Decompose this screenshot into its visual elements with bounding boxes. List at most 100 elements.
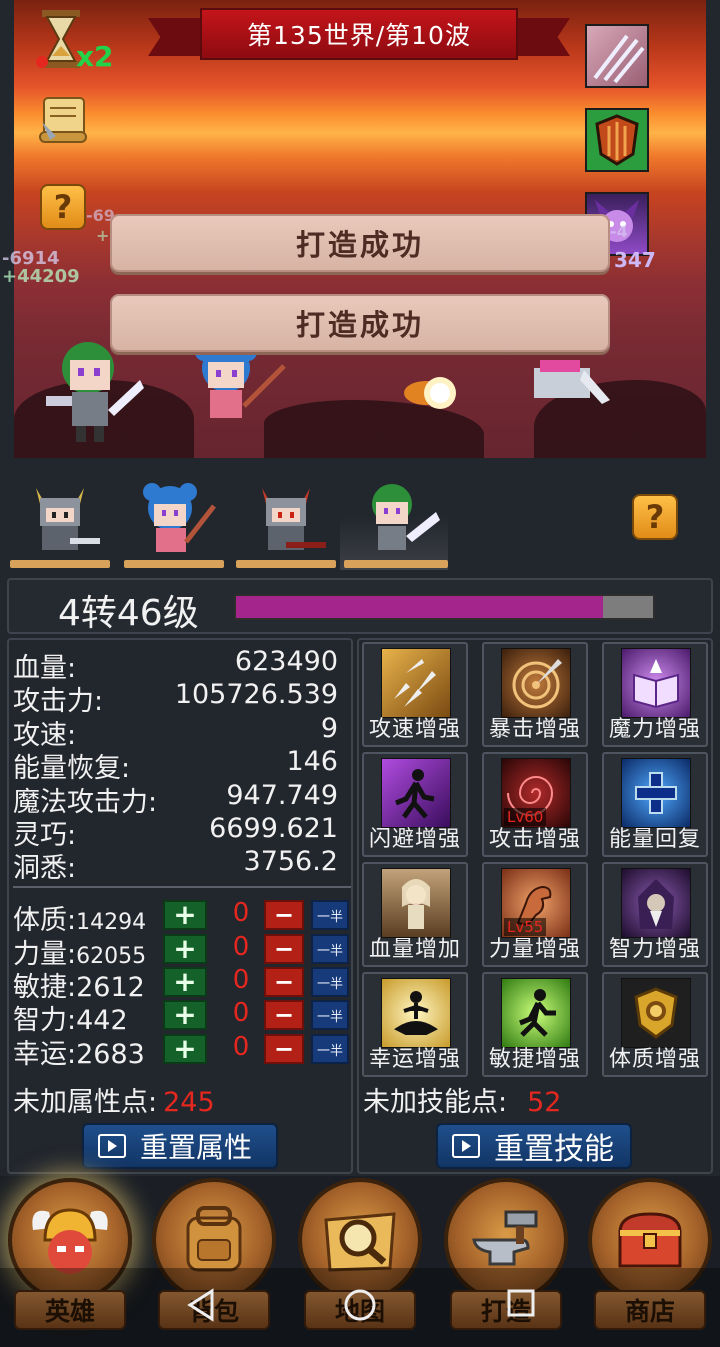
attr-minus-button[interactable]: −	[264, 934, 304, 964]
scroll-icon[interactable]	[36, 92, 90, 150]
skill-magic[interactable]: 魔力增强	[602, 642, 708, 747]
wave-banner: 第135世界/第10波	[200, 8, 518, 60]
speed-multiplier[interactable]: x2	[76, 40, 114, 73]
skill-name: 攻速增强	[368, 717, 461, 742]
skill-name: 攻击增强	[488, 827, 581, 852]
attr-plus-button[interactable]: +	[163, 1034, 207, 1064]
hero-slot-base	[124, 560, 224, 568]
attr-minus-button[interactable]: −	[264, 967, 304, 997]
stat-value: 3756.2	[243, 846, 338, 877]
craft-success-toast: 打造成功	[110, 214, 610, 272]
attr-pending-value: 0	[232, 898, 250, 928]
notification-dot	[36, 56, 48, 68]
triple-sword-skill-icon[interactable]	[585, 24, 649, 88]
attr-half-button[interactable]: 一半	[311, 934, 349, 964]
heal-number: +44209	[2, 266, 80, 287]
stat-row-attack: 攻击力: 105726.539	[13, 679, 338, 717]
attr-value: 2683	[76, 1039, 145, 1070]
attr-pending-value: 0	[232, 965, 250, 995]
skill-attack[interactable]: Lv60 攻击增强	[482, 752, 588, 857]
attr-label: 幸运:2683	[13, 1039, 145, 1070]
stat-label: 洞悉:	[13, 853, 77, 884]
attr-pending-value: 0	[232, 1032, 250, 1062]
attr-pending-value: 0	[232, 932, 250, 962]
stat-row-attack-speed: 攻速: 9	[13, 713, 338, 751]
scene-help-icon[interactable]: ?	[40, 184, 86, 230]
skill-name: 魔力增强	[608, 717, 701, 742]
skill-name: 血量增加	[368, 937, 461, 962]
spellbook-icon	[621, 648, 691, 718]
attr-row-agility: 敏捷:2612 + 0 − 一半	[13, 965, 351, 1003]
home-nav-icon[interactable]	[343, 1288, 377, 1330]
stat-value: 9	[320, 713, 338, 744]
skill-luck[interactable]: 幸运增强	[362, 972, 468, 1077]
attr-pending-value: 0	[232, 998, 250, 1028]
damage-number: 347	[614, 248, 656, 272]
skill-crit[interactable]: 暴击增强	[482, 642, 588, 747]
shield-skill-icon[interactable]	[585, 108, 649, 172]
hero-slot-red-horned-knight[interactable]	[236, 480, 336, 570]
damage-number: -4	[610, 222, 628, 241]
attr-plus-button[interactable]: +	[163, 967, 207, 997]
attr-minus-button[interactable]: −	[264, 900, 304, 930]
game-screen: x2 ? 第135世界/第10波 -6914 +44209 -69 +4 -4 …	[0, 0, 720, 1347]
stat-value: 105726.539	[174, 679, 338, 710]
skill-name: 智力增强	[608, 937, 701, 962]
stat-row-dexterity: 灵巧: 6699.621	[13, 813, 338, 851]
skill-agility[interactable]: 敏捷增强	[482, 972, 588, 1077]
hero-slot-horned-knight[interactable]	[10, 480, 110, 570]
attr-minus-button[interactable]: −	[264, 1034, 304, 1064]
xp-bar	[234, 594, 655, 620]
attr-half-button[interactable]: 一半	[311, 900, 349, 930]
attr-plus-button[interactable]: +	[163, 934, 207, 964]
skill-strength[interactable]: Lv55 力量增强	[482, 862, 588, 967]
stat-value: 947.749	[226, 780, 338, 811]
reset-attributes-button[interactable]: 重置属性	[82, 1123, 278, 1169]
attr-row-constitution: 体质:14294 + 0 − 一半	[13, 898, 351, 936]
stats-divider	[13, 886, 351, 888]
lion-shield-icon	[621, 978, 691, 1048]
meditation-icon	[381, 978, 451, 1048]
skill-dodge[interactable]: 闪避增强	[362, 752, 468, 857]
craft-success-toast: 打造成功	[110, 294, 610, 352]
hero-slot-blue-hair[interactable]	[124, 480, 224, 570]
skill-hp[interactable]: 血量增加	[362, 862, 468, 967]
attr-half-button[interactable]: 一半	[311, 1000, 349, 1030]
stat-row-energy-regen: 能量恢复: 146	[13, 746, 338, 784]
skill-name: 体质增强	[608, 1047, 701, 1072]
hero-slot-base	[10, 560, 110, 568]
back-nav-icon[interactable]	[186, 1288, 216, 1330]
xp-bar-fill	[236, 596, 603, 618]
skill-name: 幸运增强	[368, 1047, 461, 1072]
angel-icon	[381, 868, 451, 938]
stat-value: 623490	[234, 646, 338, 677]
hero-slot-green-hair-selected[interactable]	[340, 480, 448, 570]
attr-row-intelligence: 智力:442 + 0 − 一半	[13, 998, 351, 1036]
video-ad-icon	[98, 1134, 126, 1158]
sprinter-icon	[501, 978, 571, 1048]
unused-skill-points: 未加技能点: 52	[363, 1087, 562, 1118]
attr-half-button[interactable]: 一半	[311, 1034, 349, 1064]
recents-nav-icon[interactable]	[506, 1288, 536, 1326]
skill-name: 能量回复	[608, 827, 701, 852]
roster-help-icon[interactable]: ?	[632, 494, 678, 540]
attr-plus-button[interactable]: +	[163, 1000, 207, 1030]
skill-energy[interactable]: 能量回复	[602, 752, 708, 857]
unused-attr-points: 未加属性点: 245	[13, 1087, 215, 1118]
skill-attack-speed[interactable]: 攻速增强	[362, 642, 468, 747]
hero-slot-base	[344, 560, 448, 568]
skill-name: 力量增强	[488, 937, 581, 962]
hero-slot-base	[236, 560, 336, 568]
attr-half-button[interactable]: 一半	[311, 967, 349, 997]
attr-minus-button[interactable]: −	[264, 1000, 304, 1030]
reset-skills-button[interactable]: 重置技能	[436, 1123, 632, 1169]
video-ad-icon	[452, 1134, 480, 1158]
skill-constitution[interactable]: 体质增强	[602, 972, 708, 1077]
attr-plus-button[interactable]: +	[163, 900, 207, 930]
stat-value: 6699.621	[209, 813, 338, 844]
stat-row-hp: 血量: 623490	[13, 646, 338, 684]
hooded-mage-icon	[621, 868, 691, 938]
running-figure-icon	[381, 758, 451, 828]
daggers-icon	[381, 648, 451, 718]
skill-intelligence[interactable]: 智力增强	[602, 862, 708, 967]
